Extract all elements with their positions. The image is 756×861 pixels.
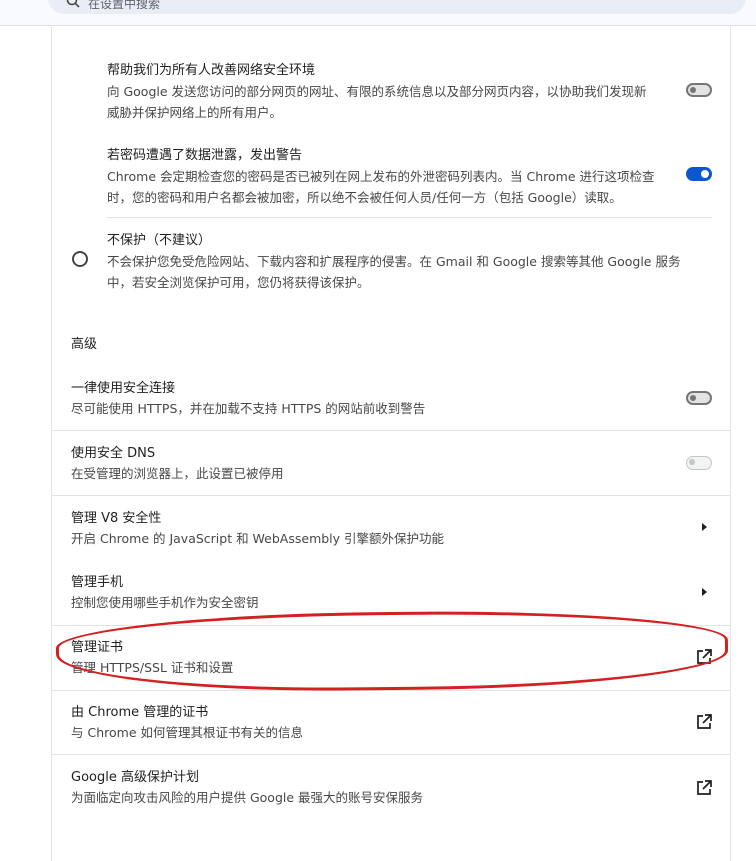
advanced-protection-item[interactable]: Google 高级保护计划 为面临定向攻击风险的用户提供 Google 最强大的… <box>71 769 423 808</box>
password-leak-desc-1: Chrome 会定期检查您的密码是否已被列在网上发布的外泄密码列表内。当 Chr… <box>107 169 655 184</box>
item-title: 管理 V8 安全性 <box>71 511 162 526</box>
manage-phones-item[interactable]: 管理手机 控制您使用哪些手机作为安全密钥 <box>71 574 259 613</box>
advanced-heading: 高级 <box>71 337 98 352</box>
help-improve-desc-1: 向 Google 发送您访问的部分网页的网址、有限的系统信息以及部分网页内容，以… <box>107 84 647 99</box>
divider <box>52 430 730 431</box>
password-leak-toggle[interactable] <box>686 167 712 181</box>
v8-security-item[interactable]: 管理 V8 安全性 开启 Chrome 的 JavaScript 和 WebAs… <box>71 510 444 549</box>
secure-connections-toggle[interactable] <box>686 391 712 405</box>
external-link-icon[interactable] <box>695 713 713 731</box>
password-leak-title: 若密码遭遇了数据泄露，发出警告 <box>107 148 303 163</box>
divider <box>52 495 730 496</box>
search-placeholder[interactable]: 在设置中搜索 <box>88 0 160 12</box>
item-desc: 为面临定向攻击风险的用户提供 Google 最强大的账号安保服务 <box>71 790 424 805</box>
item-title: 一律使用安全连接 <box>71 381 176 396</box>
secure-dns-item: 使用安全 DNS 在受管理的浏览器上，此设置已被停用 <box>71 445 284 484</box>
item-desc: 在受管理的浏览器上，此设置已被停用 <box>71 466 284 481</box>
item-desc: 控制您使用哪些手机作为安全密钥 <box>71 595 259 610</box>
item-desc: 开启 Chrome 的 JavaScript 和 WebAssembly 引擎额… <box>71 531 445 546</box>
item-desc: 尽可能使用 HTTPS，并在加载不支持 HTTPS 的网站前收到警告 <box>71 401 426 416</box>
help-improve-setting: 帮助我们为所有人改善网络安全环境 向 Google 发送您访问的部分网页的网址、… <box>107 62 677 123</box>
help-improve-title: 帮助我们为所有人改善网络安全环境 <box>107 63 316 78</box>
divider <box>52 690 730 691</box>
secure-dns-toggle <box>686 456 712 470</box>
item-title: 管理手机 <box>71 575 124 590</box>
no-protection-radio[interactable] <box>72 251 88 267</box>
external-link-icon[interactable] <box>695 779 713 797</box>
item-title: 由 Chrome 管理的证书 <box>71 705 209 720</box>
always-secure-connections-item[interactable]: 一律使用安全连接 尽可能使用 HTTPS，并在加载不支持 HTTPS 的网站前收… <box>71 380 425 419</box>
no-protection-option[interactable]: 不保护（不建议） 不会保护您免受危险网站、下载内容和扩展程序的侵害。在 Gmai… <box>107 232 707 293</box>
chevron-right-icon[interactable] <box>702 523 707 531</box>
no-protection-desc-1: 不会保护您免受危险网站、下载内容和扩展程序的侵害。在 Gmail 和 Googl… <box>107 254 681 269</box>
item-title: Google 高级保护计划 <box>71 770 199 785</box>
chrome-managed-certificates-item[interactable]: 由 Chrome 管理的证书 与 Chrome 如何管理其根证书有关的信息 <box>71 704 303 743</box>
top-toolbar: 在设置中搜索 <box>0 0 756 26</box>
chevron-right-icon[interactable] <box>702 588 707 596</box>
divider <box>52 754 730 755</box>
no-protection-desc-2: 中，若安全浏览保护可用，您仍将获得该保护。 <box>107 275 370 290</box>
item-desc: 与 Chrome 如何管理其根证书有关的信息 <box>71 725 303 740</box>
no-protection-title: 不保护（不建议） <box>107 233 212 248</box>
divider <box>107 217 712 218</box>
search-icon <box>66 0 80 8</box>
password-leak-setting: 若密码遭遇了数据泄露，发出警告 Chrome 会定期检查您的密码是否已被列在网上… <box>107 147 677 208</box>
item-title: 使用安全 DNS <box>71 446 156 461</box>
password-leak-desc-2: 时，您的密码和用户名都会被加密，所以绝不会被任何人员/任何一方（包括 Googl… <box>107 190 622 205</box>
settings-search-box[interactable]: 在设置中搜索 <box>48 0 746 14</box>
help-improve-desc-2: 威胁并保护网络上的所有用户。 <box>107 105 283 120</box>
help-improve-toggle[interactable] <box>686 83 712 97</box>
